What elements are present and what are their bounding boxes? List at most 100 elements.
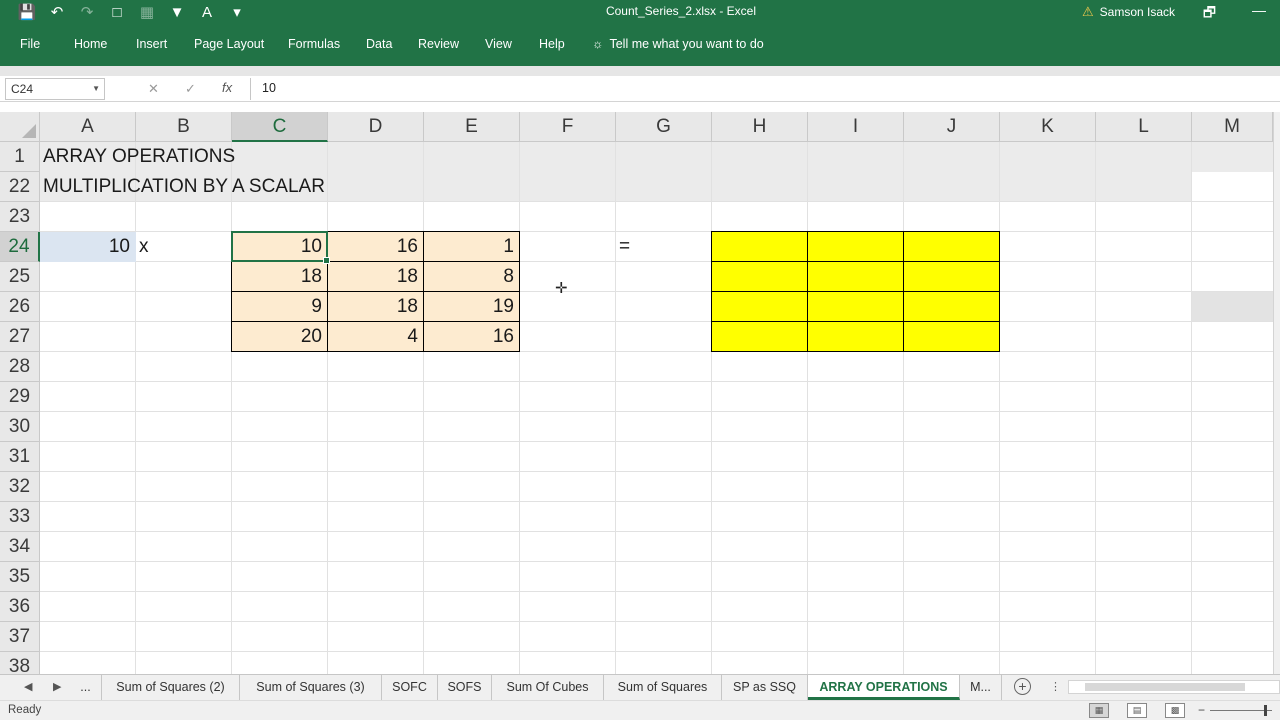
cell-c25[interactable]: 18 [232, 262, 328, 292]
cell-d26[interactable]: 18 [328, 292, 424, 322]
scroll-right-icon[interactable]: ▶ [53, 680, 61, 693]
tab-home[interactable]: Home [74, 37, 107, 51]
row-header-37[interactable]: 37 [0, 622, 40, 652]
sheet-tab-sofs[interactable]: SOFS [438, 675, 492, 700]
zoom-out-icon[interactable]: − [1198, 703, 1205, 717]
row-header-27[interactable]: 27 [0, 322, 40, 352]
enter-icon[interactable]: ✓ [185, 81, 196, 97]
add-sheet-icon[interactable]: + [1014, 678, 1031, 695]
sheet-tab-sp-as-ssq[interactable]: SP as SSQ [722, 675, 808, 700]
horizontal-scroll-thumb[interactable] [1085, 683, 1245, 691]
result-cell-h24[interactable] [711, 231, 808, 262]
column-header-g[interactable]: G [616, 112, 712, 142]
tab-page-layout[interactable]: Page Layout [194, 37, 264, 51]
cell-b24-times[interactable]: x [136, 232, 232, 262]
minimize-icon[interactable]: — [1252, 2, 1266, 26]
page-layout-view-icon[interactable]: ▤ [1127, 703, 1147, 718]
cancel-icon[interactable]: ✕ [148, 81, 159, 97]
cell-e27[interactable]: 16 [424, 322, 520, 352]
page-break-view-icon[interactable]: ▩ [1165, 703, 1185, 718]
cell-g24-equals[interactable]: = [616, 232, 712, 262]
row-header-23[interactable]: 23 [0, 202, 40, 232]
sheet-tab-truncated[interactable]: M... [960, 675, 1002, 700]
result-cell-h26[interactable] [711, 291, 808, 322]
column-header-l[interactable]: L [1096, 112, 1192, 142]
cell-e26[interactable]: 19 [424, 292, 520, 322]
column-header-b[interactable]: B [136, 112, 232, 142]
tab-view[interactable]: View [485, 37, 512, 51]
more-sheets-button[interactable]: ... [70, 675, 102, 700]
cell-c27[interactable]: 20 [232, 322, 328, 352]
row-header-31[interactable]: 31 [0, 442, 40, 472]
column-header-a[interactable]: A [40, 112, 136, 142]
user-account[interactable]: ⚠ Samson Isack [1082, 4, 1175, 20]
column-header-k[interactable]: K [1000, 112, 1096, 142]
row-header-30[interactable]: 30 [0, 412, 40, 442]
cell-e25[interactable]: 8 [424, 262, 520, 292]
tab-file[interactable]: File [20, 37, 40, 51]
vertical-scrollbar[interactable] [1273, 112, 1280, 674]
tell-me-search[interactable]: ☼ Tell me what you want to do [592, 37, 764, 51]
name-box[interactable]: C24 ▼ [5, 78, 105, 100]
row-header-34[interactable]: 34 [0, 532, 40, 562]
cell-a24-scalar[interactable]: 10 [40, 232, 136, 262]
worksheet-grid[interactable]: A B C D E F G H I J K L M 1 22 23 24 25 … [0, 112, 1273, 674]
row-header-25[interactable]: 25 [0, 262, 40, 292]
restore-icon[interactable]: 🗗 [1203, 2, 1216, 26]
row-header-33[interactable]: 33 [0, 502, 40, 532]
result-cell-i26[interactable] [807, 291, 904, 322]
normal-view-icon[interactable]: ▦ [1089, 703, 1109, 718]
result-cell-j24[interactable] [903, 231, 1000, 262]
sheet-tab-sum-of-cubes[interactable]: Sum Of Cubes [492, 675, 604, 700]
tab-help[interactable]: Help [539, 37, 565, 51]
horizontal-scrollbar[interactable] [1068, 680, 1280, 694]
row-header-26[interactable]: 26 [0, 292, 40, 322]
cell-d24[interactable]: 16 [328, 232, 424, 262]
result-cell-i24[interactable] [807, 231, 904, 262]
column-header-f[interactable]: F [520, 112, 616, 142]
row-header-32[interactable]: 32 [0, 472, 40, 502]
row-header-28[interactable]: 28 [0, 352, 40, 382]
tabs-options-icon[interactable]: ⋮ [1050, 680, 1061, 693]
scroll-left-icon[interactable]: ◀ [24, 680, 32, 693]
column-header-d[interactable]: D [328, 112, 424, 142]
tab-insert[interactable]: Insert [136, 37, 167, 51]
column-header-h[interactable]: H [712, 112, 808, 142]
zoom-slider[interactable] [1210, 710, 1272, 711]
insert-function-icon[interactable]: fx [222, 80, 232, 95]
result-cell-h27[interactable] [711, 321, 808, 352]
result-cell-j25[interactable] [903, 261, 1000, 292]
column-header-i[interactable]: I [808, 112, 904, 142]
tab-review[interactable]: Review [418, 37, 459, 51]
cell-c26[interactable]: 9 [232, 292, 328, 322]
sheet-subtitle[interactable]: MULTIPLICATION BY A SCALAR [40, 172, 440, 202]
sheet-tab-sum-of-squares-3[interactable]: Sum of Squares (3) [240, 675, 382, 700]
sheet-tab-sum-of-squares[interactable]: Sum of Squares [604, 675, 722, 700]
sheet-tab-sofc[interactable]: SOFC [382, 675, 438, 700]
cell-e24[interactable]: 1 [424, 232, 520, 262]
result-cell-j27[interactable] [903, 321, 1000, 352]
tab-data[interactable]: Data [366, 37, 392, 51]
zoom-slider-thumb[interactable] [1264, 705, 1267, 716]
column-header-c[interactable]: C [232, 112, 328, 142]
row-header-36[interactable]: 36 [0, 592, 40, 622]
row-header-38[interactable]: 38 [0, 652, 40, 674]
select-all-button[interactable] [0, 112, 40, 142]
cell-d25[interactable]: 18 [328, 262, 424, 292]
row-header-24[interactable]: 24 [0, 232, 40, 262]
sheet-tab-array-operations[interactable]: ARRAY OPERATIONS [808, 675, 960, 700]
row-header-1[interactable]: 1 [0, 142, 40, 172]
column-header-j[interactable]: J [904, 112, 1000, 142]
column-header-m[interactable]: M [1192, 112, 1273, 142]
column-header-e[interactable]: E [424, 112, 520, 142]
row-header-22[interactable]: 22 [0, 172, 40, 202]
formula-input[interactable]: 10 [262, 81, 276, 95]
sheet-tab-sum-of-squares-2[interactable]: Sum of Squares (2) [102, 675, 240, 700]
sheet-title[interactable]: ARRAY OPERATIONS [40, 142, 440, 172]
result-cell-i25[interactable] [807, 261, 904, 292]
result-cell-i27[interactable] [807, 321, 904, 352]
cell-d27[interactable]: 4 [328, 322, 424, 352]
chevron-down-icon[interactable]: ▼ [92, 79, 100, 99]
row-header-35[interactable]: 35 [0, 562, 40, 592]
result-cell-j26[interactable] [903, 291, 1000, 322]
